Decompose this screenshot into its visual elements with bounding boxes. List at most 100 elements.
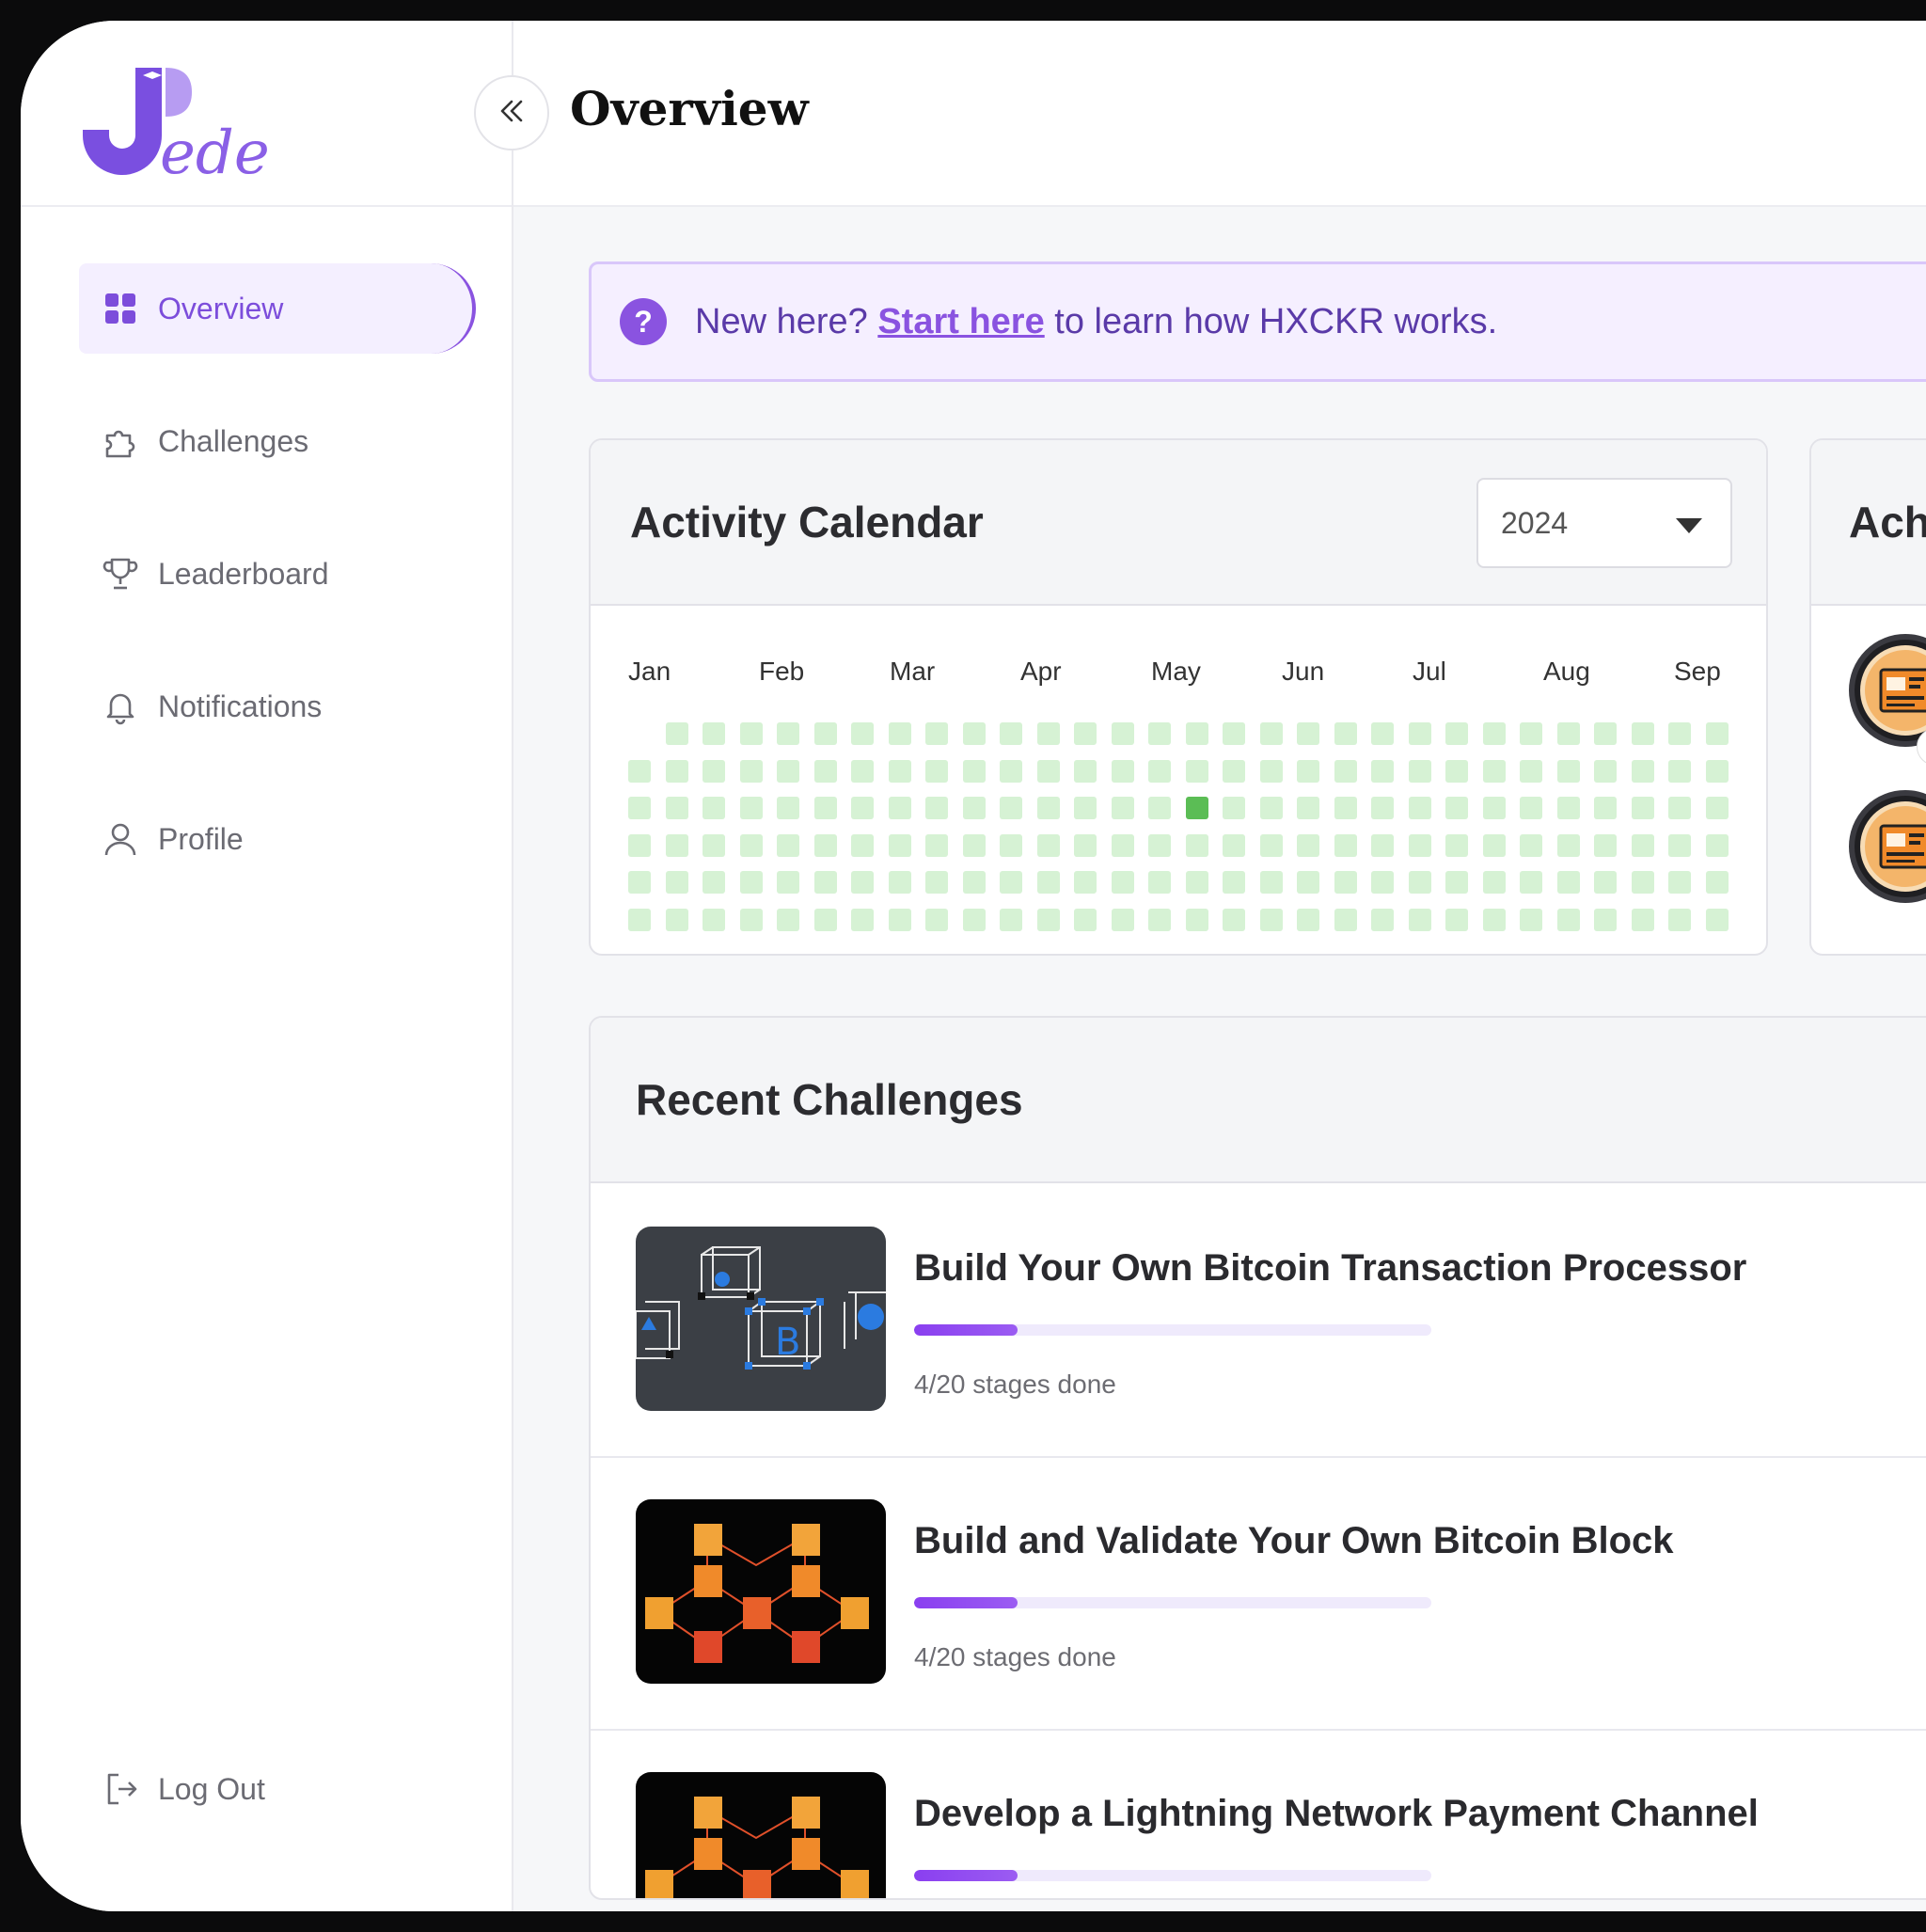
activity-day-cell[interactable] — [1632, 797, 1654, 819]
activity-day-cell[interactable] — [1445, 871, 1468, 894]
activity-day-cell[interactable] — [1148, 722, 1171, 745]
activity-day-cell[interactable] — [1594, 760, 1617, 783]
activity-day-cell[interactable] — [1260, 760, 1283, 783]
activity-day-cell[interactable] — [777, 909, 799, 931]
activity-day-cell[interactable] — [628, 760, 651, 783]
activity-day-cell[interactable] — [1334, 909, 1357, 931]
activity-day-cell[interactable] — [1074, 722, 1097, 745]
activity-day-cell[interactable] — [1371, 871, 1394, 894]
activity-day-cell[interactable] — [1557, 909, 1580, 931]
activity-day-cell[interactable] — [1148, 834, 1171, 857]
activity-day-cell[interactable] — [925, 760, 948, 783]
start-here-link[interactable]: Start here — [877, 302, 1044, 341]
challenge-title[interactable]: Build Your Own Bitcoin Transaction Proce… — [914, 1247, 1746, 1290]
activity-day-cell[interactable] — [1186, 871, 1208, 894]
activity-day-cell[interactable] — [1223, 797, 1245, 819]
activity-day-cell[interactable] — [814, 722, 837, 745]
activity-day-cell[interactable] — [1148, 797, 1171, 819]
activity-day-cell[interactable] — [963, 760, 986, 783]
activity-day-cell[interactable] — [814, 760, 837, 783]
activity-day-cell[interactable] — [851, 760, 874, 783]
activity-day-cell[interactable] — [1409, 834, 1431, 857]
activity-day-cell[interactable] — [1112, 722, 1134, 745]
activity-day-cell[interactable] — [1037, 797, 1060, 819]
activity-day-cell[interactable] — [777, 722, 799, 745]
activity-day-cell[interactable] — [889, 760, 911, 783]
activity-day-cell[interactable] — [851, 722, 874, 745]
activity-day-cell[interactable] — [777, 797, 799, 819]
activity-day-cell[interactable] — [1260, 834, 1283, 857]
activity-day-cell[interactable] — [777, 760, 799, 783]
activity-day-cell[interactable] — [1260, 722, 1283, 745]
activity-day-cell[interactable] — [1520, 834, 1542, 857]
activity-day-cell[interactable] — [1074, 760, 1097, 783]
activity-day-cell[interactable] — [925, 722, 948, 745]
activity-day-cell[interactable] — [1148, 871, 1171, 894]
activity-day-cell[interactable] — [889, 909, 911, 931]
activity-day-cell[interactable] — [1223, 760, 1245, 783]
activity-day-cell[interactable] — [666, 909, 688, 931]
activity-day-cell[interactable] — [1260, 797, 1283, 819]
challenge-row[interactable]: Develop a Lightning Network Payment Chan… — [591, 1729, 1926, 1898]
activity-day-cell[interactable] — [1594, 797, 1617, 819]
activity-day-cell[interactable] — [1445, 760, 1468, 783]
challenge-title[interactable]: Develop a Lightning Network Payment Chan… — [914, 1793, 1759, 1835]
activity-day-cell[interactable] — [1000, 909, 1022, 931]
activity-day-cell[interactable] — [963, 909, 986, 931]
activity-day-cell[interactable] — [1000, 722, 1022, 745]
activity-day-cell[interactable] — [1409, 871, 1431, 894]
activity-day-cell[interactable] — [1483, 797, 1506, 819]
activity-day-cell[interactable] — [1297, 722, 1319, 745]
activity-day-cell[interactable] — [1223, 834, 1245, 857]
activity-day-cell[interactable] — [814, 909, 837, 931]
activity-day-cell[interactable] — [1483, 760, 1506, 783]
activity-day-cell[interactable] — [666, 871, 688, 894]
activity-day-cell[interactable] — [1706, 871, 1729, 894]
activity-day-cell[interactable] — [963, 834, 986, 857]
activity-day-cell[interactable] — [1557, 834, 1580, 857]
sidebar-item-leaderboard[interactable]: Leaderboard — [79, 529, 474, 619]
activity-day-cell[interactable] — [666, 834, 688, 857]
activity-day-cell[interactable] — [1297, 834, 1319, 857]
activity-day-cell[interactable] — [1297, 797, 1319, 819]
activity-day-cell[interactable] — [1445, 797, 1468, 819]
activity-day-cell[interactable] — [1037, 871, 1060, 894]
activity-day-cell[interactable] — [1557, 797, 1580, 819]
activity-day-cell[interactable] — [703, 797, 725, 819]
activity-day-cell[interactable] — [1445, 834, 1468, 857]
year-select[interactable]: 2024 — [1476, 478, 1732, 568]
activity-day-cell[interactable] — [1186, 760, 1208, 783]
activity-day-cell[interactable] — [1297, 909, 1319, 931]
activity-day-cell[interactable] — [1037, 834, 1060, 857]
activity-day-cell[interactable] — [1520, 909, 1542, 931]
activity-day-cell[interactable] — [1409, 722, 1431, 745]
activity-day-cell[interactable] — [1668, 797, 1691, 819]
activity-day-cell[interactable] — [1483, 909, 1506, 931]
activity-day-cell[interactable] — [851, 871, 874, 894]
activity-day-cell[interactable] — [1706, 760, 1729, 783]
activity-day-cell[interactable] — [1334, 797, 1357, 819]
activity-day-cell[interactable] — [1334, 834, 1357, 857]
activity-day-cell[interactable] — [1112, 797, 1134, 819]
achievement-badge[interactable] — [1849, 790, 1926, 903]
activity-day-cell[interactable] — [1000, 834, 1022, 857]
activity-day-cell[interactable] — [777, 834, 799, 857]
activity-day-cell[interactable] — [1668, 722, 1691, 745]
activity-day-cell[interactable] — [1632, 834, 1654, 857]
activity-day-cell[interactable] — [1668, 760, 1691, 783]
activity-day-cell[interactable] — [1000, 871, 1022, 894]
activity-day-cell[interactable] — [628, 871, 651, 894]
activity-day-cell[interactable] — [1483, 722, 1506, 745]
activity-day-cell[interactable] — [628, 797, 651, 819]
activity-day-cell[interactable] — [666, 722, 688, 745]
activity-day-cell[interactable] — [963, 797, 986, 819]
activity-day-cell[interactable] — [1186, 722, 1208, 745]
activity-day-cell[interactable] — [963, 871, 986, 894]
activity-day-cell[interactable] — [703, 909, 725, 931]
activity-day-cell[interactable] — [1706, 722, 1729, 745]
activity-day-cell[interactable] — [1371, 909, 1394, 931]
activity-day-cell[interactable] — [703, 871, 725, 894]
activity-day-cell[interactable] — [1668, 871, 1691, 894]
activity-day-cell[interactable] — [1668, 909, 1691, 931]
activity-day-cell[interactable] — [1557, 722, 1580, 745]
